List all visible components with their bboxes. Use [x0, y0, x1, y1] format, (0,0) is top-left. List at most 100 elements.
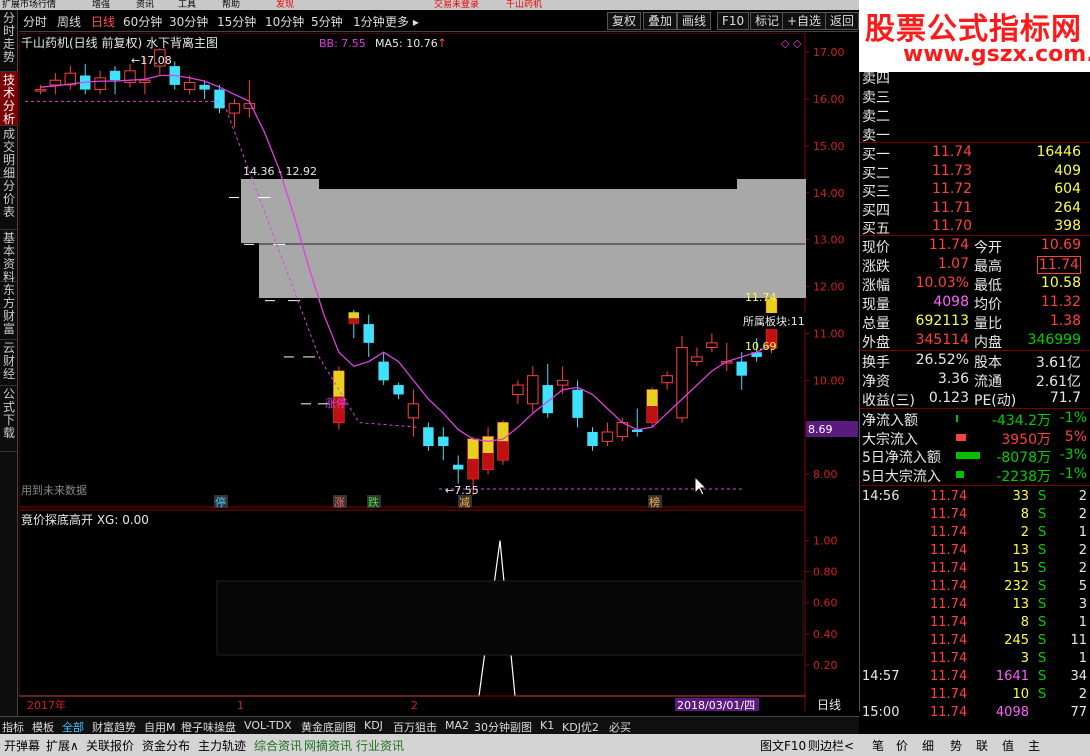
buy-row-4: 买五 11.70 398 [860, 217, 1090, 237]
tool-button-0[interactable]: 复权 [607, 12, 642, 30]
sidebar-tab-1[interactable]: 技术分析 [0, 72, 18, 126]
sell-label-2: 卖二 [862, 109, 890, 125]
status-item-4[interactable]: 主力轨迹 [198, 737, 246, 754]
sidebar-tab-3[interactable]: 分价表 [0, 178, 18, 230]
quote2-row-0: 换手 26.52% 股本 3.61亿 [860, 351, 1090, 371]
indicator-tab-0[interactable]: 指标 [2, 719, 24, 735]
buy-price-4: 11.70 [932, 218, 973, 234]
candle-body-26 [423, 427, 434, 447]
status-item-14[interactable]: 联 [976, 737, 988, 754]
indicator-tab-5[interactable]: 橙子味操盘 [181, 719, 236, 735]
kline-chart-area[interactable]: 17.00 16.00 15.00 14.00 13.00 12.00 11.00 10.00… [18, 32, 859, 712]
tool-button-4[interactable]: 标记 [750, 12, 785, 30]
bb-label: BB: 7.55 [319, 37, 366, 50]
top-menu-item-0[interactable]: 扩展市场行情 [2, 0, 56, 10]
candle-body-10 [183, 82, 196, 91]
quote2-value-a-2: 0.123 [928, 390, 969, 406]
quote-value-a-1: 1.07 [937, 256, 969, 272]
period-5[interactable]: 15分钟 [217, 13, 256, 30]
sidebar-tab-6[interactable]: 云财经 [0, 340, 18, 386]
indicator-tab-8[interactable]: KDJ [364, 719, 383, 732]
indicator-tab-9[interactable]: 百万狙击 [393, 719, 437, 735]
status-item-13[interactable]: 势 [950, 737, 962, 754]
indicator-tab-3[interactable]: 财富趋势 [92, 719, 136, 735]
period-9[interactable]: 更多 ▸ [385, 13, 419, 30]
period-0[interactable]: 分时 [23, 13, 47, 30]
indicator-tab-1[interactable]: 模板 [32, 719, 54, 735]
status-item-7[interactable]: 行业资讯 [356, 737, 404, 754]
top-menu-item-2[interactable]: 资讯 [136, 0, 154, 10]
flow-value-3: -2238万 [996, 468, 1051, 485]
tool-button-2[interactable]: 画线 [677, 12, 712, 30]
x-date-label: 2018/03/01/四 [677, 699, 755, 711]
quote-row-1: 涨跌 1.07 最高 11.74 [860, 255, 1090, 275]
indicator-tab-11[interactable]: 30分钟副图 [474, 719, 532, 735]
tick-row-4: 11.74 15 S 2 [860, 560, 1090, 578]
ma5-label: MA5: 10.76 [375, 37, 438, 50]
kline-chart-svg[interactable]: 17.0016.0015.0014.0013.0012.0011.0010.00… [18, 32, 859, 712]
limit-up-top-2 [467, 438, 479, 459]
indicator-tab-12[interactable]: K1 [540, 719, 554, 732]
period-8[interactable]: 1分钟 [353, 13, 385, 30]
tick-row-8: 11.74 245 S 11 [860, 632, 1090, 650]
sidebar-tab-5[interactable]: 东方财富 [0, 282, 18, 340]
candle-body-43 [676, 347, 688, 419]
buy-volume-4: 398 [1054, 218, 1081, 234]
status-item-11[interactable]: 价 [896, 737, 908, 754]
sidebar-tab-7[interactable]: 公式下载 [0, 386, 18, 452]
indicator-tab-6[interactable]: VOL-TDX [244, 719, 292, 732]
status-item-9[interactable]: 则边栏< [808, 737, 854, 754]
indicator-tab-2[interactable]: 全部 [62, 719, 84, 735]
tool-button-1[interactable]: 叠加 [643, 12, 678, 30]
indicator-tab-14[interactable]: 必买 [609, 719, 631, 735]
tick-volume-7: 8 [1020, 615, 1029, 630]
quote2-label-a-2: 收益(三) [862, 393, 915, 409]
sidebar-tab-0[interactable]: 分时走势 [0, 10, 18, 72]
status-item-12[interactable]: 细 [922, 737, 934, 754]
tick-volume-5: 232 [1004, 579, 1029, 594]
top-menu-item-4[interactable]: 帮助 [222, 0, 240, 10]
flow-bar-1 [956, 433, 966, 441]
indicator-tab-4[interactable]: 自用M [144, 719, 176, 735]
tool-button-3[interactable]: F10 [717, 12, 750, 30]
period-3[interactable]: 60分钟 [123, 13, 162, 30]
ind-tick-label-4: 0.20 [813, 659, 838, 672]
period-2[interactable]: 日线 [91, 13, 115, 30]
tick-volume-12: 4098 [995, 705, 1029, 720]
top-menu-item-6[interactable]: 交易未登录 [434, 0, 479, 10]
tool-button-6[interactable]: 返回 [825, 12, 860, 30]
status-item-2[interactable]: 关联报价 [86, 737, 134, 754]
period-1[interactable]: 周线 [57, 13, 81, 30]
status-item-16[interactable]: 主 [1028, 737, 1040, 754]
top-menu-item-1[interactable]: 增强 [92, 0, 110, 10]
tick-price-12: 11.74 [930, 705, 968, 720]
quote-label-b-3: 均价 [974, 297, 1002, 313]
quote-value-a-5: 345114 [915, 332, 969, 348]
quote2-label-b-2: PE(动) [974, 393, 1017, 409]
period-6[interactable]: 10分钟 [265, 13, 304, 30]
top-menu-item-5[interactable]: 发现 [276, 0, 294, 10]
status-item-10[interactable]: 笔 [872, 737, 884, 754]
period-7[interactable]: 5分钟 [311, 13, 343, 30]
period-4[interactable]: 30分钟 [169, 13, 208, 30]
tick-count-12: 77 [1070, 705, 1087, 720]
indicator-tab-7[interactable]: 黄金底副图 [301, 719, 356, 735]
indicator-tab-13[interactable]: KDJ优2 [562, 719, 599, 735]
marker-2: 跌 [368, 495, 379, 509]
status-item-8[interactable]: 图文F10 [760, 737, 806, 754]
status-item-6[interactable]: 网摘资讯 [304, 737, 352, 754]
status-bar: 开弹幕 扩展∧ 关联报价 资金分布 主力轨迹 综合资讯 网摘资讯 行业资讯 图文F10 则边栏< 笔… [0, 734, 1090, 756]
status-item-3[interactable]: 资金分布 [142, 737, 190, 754]
quote-label-a-0: 现价 [862, 240, 890, 256]
indicator-tab-10[interactable]: MA2 [445, 719, 469, 732]
buy-volume-3: 264 [1054, 199, 1081, 216]
status-item-5[interactable]: 综合资讯 [254, 737, 302, 754]
sidebar-tab-4[interactable]: 基本资料 [0, 230, 18, 284]
top-menu-item-7[interactable]: 千山药机 [506, 0, 542, 10]
tool-button-5[interactable]: +自选 [782, 12, 827, 30]
sidebar-tab-2[interactable]: 成交明细 [0, 126, 18, 180]
status-item-1[interactable]: 扩展∧ [46, 737, 79, 754]
status-item-15[interactable]: 值 [1002, 737, 1014, 754]
status-item-0[interactable]: 开弹幕 [4, 737, 40, 754]
top-menu-item-3[interactable]: 工具 [178, 0, 196, 10]
